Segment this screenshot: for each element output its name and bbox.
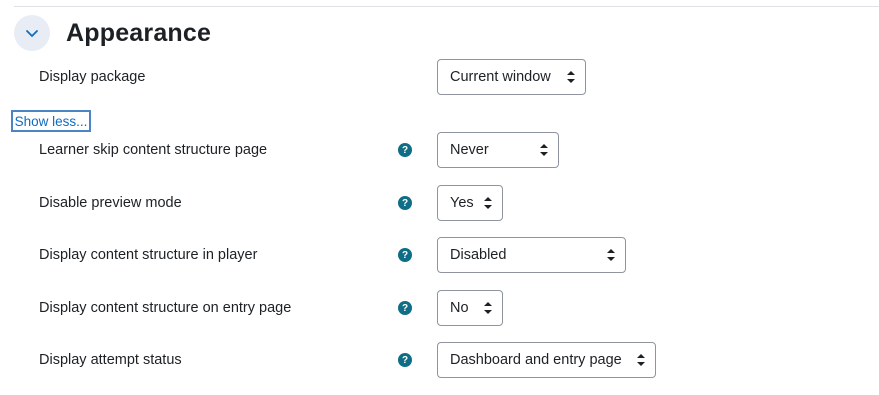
select-caret-icon	[484, 302, 492, 314]
select-value: Disabled	[450, 247, 507, 263]
setting-row-display-package: Display package Current window	[0, 59, 879, 95]
collapse-button[interactable]	[14, 15, 50, 51]
select-caret-icon	[540, 144, 548, 156]
divider	[14, 6, 879, 7]
setting-label: Display content structure in player	[39, 247, 258, 263]
skip-content-structure-select[interactable]: Never	[437, 132, 559, 168]
setting-label: Learner skip content structure page	[39, 142, 268, 158]
setting-row-disable-preview: Disable preview mode ? Yes	[0, 185, 879, 221]
select-value: No	[450, 300, 469, 316]
setting-label: Display content structure on entry page	[39, 300, 292, 316]
help-icon[interactable]: ?	[398, 143, 412, 157]
select-value: Current window	[450, 69, 551, 85]
help-icon[interactable]: ?	[398, 196, 412, 210]
structure-in-player-select[interactable]: Disabled	[437, 237, 626, 273]
display-package-select[interactable]: Current window	[437, 59, 586, 95]
show-less-link[interactable]: Show less...	[11, 110, 91, 132]
select-value: Yes	[450, 195, 474, 211]
setting-row-structure-in-player: Display content structure in player ? Di…	[0, 237, 879, 273]
section-header: Appearance	[14, 15, 211, 51]
setting-label: Display attempt status	[39, 352, 182, 368]
structure-entry-page-select[interactable]: No	[437, 290, 503, 326]
select-caret-icon	[607, 249, 615, 261]
help-icon[interactable]: ?	[398, 248, 412, 262]
disable-preview-select[interactable]: Yes	[437, 185, 503, 221]
select-value: Never	[450, 142, 489, 158]
select-caret-icon	[484, 197, 492, 209]
help-icon[interactable]: ?	[398, 353, 412, 367]
section-title: Appearance	[66, 18, 212, 47]
help-icon[interactable]: ?	[398, 301, 412, 315]
select-caret-icon	[567, 71, 575, 83]
chevron-down-icon	[26, 30, 38, 37]
setting-row-skip-content-structure: Learner skip content structure page ? Ne…	[0, 132, 879, 168]
setting-label: Display package	[39, 69, 146, 85]
setting-row-attempt-status: Display attempt status ? Dashboard and e…	[0, 342, 879, 378]
select-caret-icon	[637, 354, 645, 366]
attempt-status-select[interactable]: Dashboard and entry page	[437, 342, 656, 378]
select-value: Dashboard and entry page	[450, 352, 622, 368]
setting-row-structure-entry-page: Display content structure on entry page …	[0, 290, 879, 326]
setting-label: Disable preview mode	[39, 195, 182, 211]
